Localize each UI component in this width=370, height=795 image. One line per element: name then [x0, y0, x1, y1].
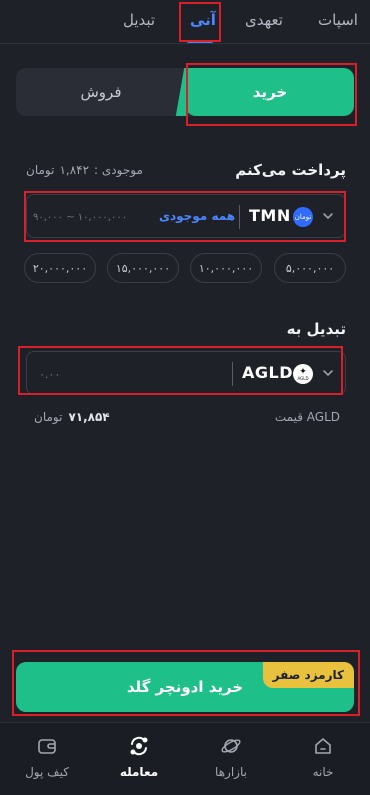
nav-wallet[interactable]: کیف پول	[12, 735, 82, 779]
payment-amount-field[interactable]: تومان TMN همه موجودی	[26, 194, 346, 238]
convert-title: تبدیل به	[286, 320, 346, 338]
preset-chip[interactable]: ۵,۰۰۰,۰۰۰	[274, 253, 346, 283]
nav-markets[interactable]: بازارها	[196, 735, 266, 779]
home-icon	[315, 738, 331, 754]
active-tab-indicator	[187, 40, 213, 43]
balance-value: ۱,۸۴۲	[59, 163, 90, 177]
tmn-logo-icon: تومان	[293, 207, 313, 227]
field-divider	[239, 205, 240, 229]
agld-logo-icon: ✦ AGLD	[293, 364, 313, 384]
price-label: قیمت AGLD	[274, 410, 340, 424]
tab-instant[interactable]: آنی	[190, 11, 216, 29]
field-divider	[232, 362, 233, 386]
trade-icon	[130, 736, 148, 756]
wallet-icon	[38, 739, 56, 754]
tab-spot[interactable]: اسپات	[318, 11, 358, 29]
preset-amounts: ۵,۰۰۰,۰۰۰ ۱۰,۰۰۰,۰۰۰ ۱۵,۰۰۰,۰۰۰ ۲۰,۰۰۰,۰…	[24, 253, 346, 283]
bottom-nav: خانه بازارها معامله کیف پول	[0, 722, 370, 795]
payment-currency-code[interactable]: TMN	[249, 206, 291, 225]
nav-trade[interactable]: معامله	[104, 735, 174, 779]
all-balance-button[interactable]: همه موجودی	[159, 209, 235, 223]
sell-toggle[interactable]: فروش	[16, 68, 186, 116]
preset-chip[interactable]: ۲۰,۰۰۰,۰۰۰	[24, 253, 96, 283]
zero-fee-badge: کارمزد صفر	[262, 662, 354, 688]
convert-amount-input[interactable]	[39, 364, 159, 384]
payment-title: پرداخت می‌کنم	[235, 161, 346, 179]
nav-home[interactable]: خانه	[288, 735, 358, 779]
preset-chip[interactable]: ۱۵,۰۰۰,۰۰۰	[107, 253, 179, 283]
balance-label: موجودی :	[94, 163, 143, 177]
planet-icon	[221, 739, 241, 753]
tab-margin[interactable]: تعهدی	[245, 11, 283, 29]
trade-side-toggle: فروش خرید	[16, 68, 354, 116]
balance-display: موجودی : ۱,۸۴۲ تومان	[26, 163, 143, 177]
buy-agld-label: خرید ادونچر گلد	[126, 678, 244, 696]
price-unit: تومان	[34, 410, 63, 424]
price-value: ۷۱,۸۵۴	[68, 410, 110, 424]
tab-convert[interactable]: تبدیل	[123, 11, 155, 29]
chevron-down-icon[interactable]	[321, 209, 335, 223]
payment-amount-input[interactable]	[33, 207, 153, 227]
price-display: ۷۱,۸۵۴ تومان	[34, 410, 110, 424]
top-tabs: اسپات تعهدی آنی تبدیل	[0, 0, 370, 44]
convert-currency-code[interactable]: AGLD	[242, 363, 293, 382]
preset-chip[interactable]: ۱۰,۰۰۰,۰۰۰	[190, 253, 262, 283]
convert-amount-field[interactable]: ✦ AGLD AGLD	[26, 351, 346, 395]
buy-toggle[interactable]: خرید	[186, 68, 354, 116]
chevron-down-icon[interactable]	[321, 366, 335, 380]
buy-agld-button[interactable]: خرید ادونچر گلد کارمزد صفر	[16, 662, 354, 712]
balance-unit: تومان	[26, 163, 55, 177]
